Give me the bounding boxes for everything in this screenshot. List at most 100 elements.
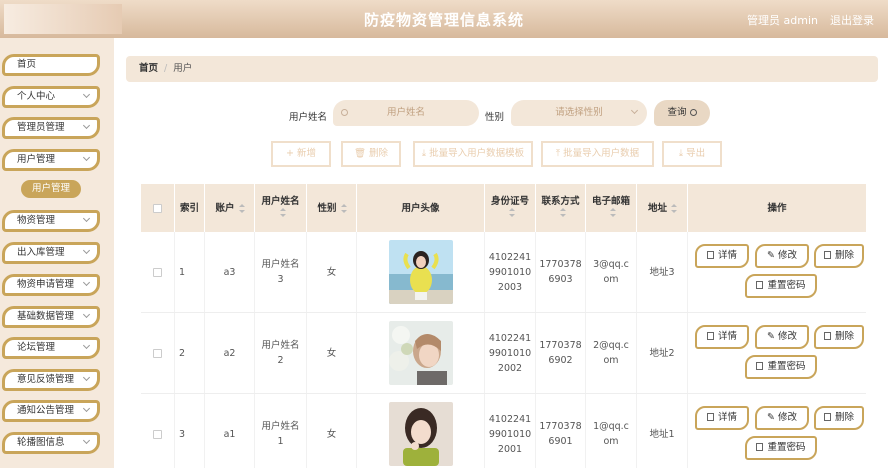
sidebar-item-home[interactable]: 首页 bbox=[2, 54, 100, 76]
sidebar-item-inout[interactable]: 出入库管理 bbox=[2, 242, 100, 264]
sidebar-item-label: 出入库管理 bbox=[17, 247, 65, 258]
sidebar-subitem-users[interactable]: 用户管理 bbox=[21, 180, 81, 198]
document-icon bbox=[756, 362, 764, 370]
chevron-down-icon bbox=[630, 106, 639, 115]
row-checkbox[interactable] bbox=[153, 429, 162, 439]
col-avatar: 用户头像 bbox=[357, 184, 485, 232]
cell-ops: 详情 ✎ 修改 删除 重置密码 bbox=[688, 232, 866, 312]
import-template-button[interactable]: ⤓ 批量导入用户数据模板 bbox=[413, 141, 533, 167]
edit-button[interactable]: ✎ 修改 bbox=[755, 406, 809, 430]
cell-phone-line2: 6903 bbox=[548, 274, 573, 285]
sort-icon bbox=[671, 203, 677, 213]
delete-label: 删除 bbox=[834, 331, 854, 342]
logout-link[interactable]: 退出登录 bbox=[830, 12, 874, 28]
col-name[interactable]: 用户姓名 bbox=[255, 184, 307, 232]
gender-placeholder: 请选择性别 bbox=[555, 107, 603, 118]
delete-button[interactable]: 删除 bbox=[814, 325, 864, 349]
col-account[interactable]: 账户 bbox=[205, 184, 255, 232]
col-address[interactable]: 地址 bbox=[637, 184, 688, 232]
sidebar-item-label: 意见反馈管理 bbox=[17, 374, 75, 385]
col-email[interactable]: 电子邮箱 bbox=[586, 184, 637, 232]
sidebar-item-apply[interactable]: 物资申请管理 bbox=[2, 274, 100, 296]
cell-name-line2: 1 bbox=[277, 436, 284, 447]
sidebar-item-users[interactable]: 用户管理 bbox=[2, 149, 100, 171]
col-email-label: 电子邮箱 bbox=[591, 196, 630, 207]
sidebar-item-carousel[interactable]: 轮播图信息 bbox=[2, 432, 100, 454]
gender-select[interactable]: 请选择性别 bbox=[511, 100, 647, 126]
col-index: 索引 bbox=[175, 184, 205, 232]
sidebar-item-supplies[interactable]: 物资管理 bbox=[2, 210, 100, 232]
sidebar-item-admin[interactable]: 管理员管理 bbox=[2, 117, 100, 139]
cell-phone-line1: 1770378 bbox=[539, 421, 582, 432]
table-row: 1 a3 用户姓名 3 女 4102241 9901010 2003 1770378 bbox=[141, 232, 866, 313]
detail-button[interactable]: 详情 bbox=[695, 406, 749, 430]
cell-ops: 详情 ✎ 修改 删除 重置密码 bbox=[688, 394, 866, 468]
name-search-input[interactable]: 用户姓名 bbox=[333, 100, 479, 126]
batch-delete-button[interactable]: 🗑 删除 bbox=[341, 141, 401, 167]
chevron-down-icon bbox=[82, 90, 91, 99]
reset-password-label: 重置密码 bbox=[767, 280, 806, 291]
detail-button[interactable]: 详情 bbox=[695, 244, 749, 268]
sidebar-item-forum[interactable]: 论坛管理 bbox=[2, 337, 100, 359]
reset-password-label: 重置密码 bbox=[767, 361, 806, 372]
cell-address: 地址2 bbox=[637, 313, 688, 393]
cell-avatar bbox=[357, 232, 485, 312]
col-phone[interactable]: 联系方式 bbox=[536, 184, 586, 232]
reset-password-button[interactable]: 重置密码 bbox=[745, 274, 817, 298]
breadcrumb-home[interactable]: 首页 bbox=[139, 63, 158, 74]
cell-email-line2: om bbox=[603, 436, 619, 447]
pencil-icon: ✎ bbox=[767, 331, 778, 342]
document-icon bbox=[706, 332, 714, 340]
row-checkbox[interactable] bbox=[153, 348, 162, 358]
edit-button[interactable]: ✎ 修改 bbox=[755, 325, 809, 349]
cell-gender: 女 bbox=[307, 394, 357, 468]
col-id-label: 身份证号 bbox=[490, 196, 529, 207]
col-gender[interactable]: 性别 bbox=[307, 184, 357, 232]
cell-email-line1: 2@qq.c bbox=[593, 340, 629, 351]
cell-id-line2: 9901010 bbox=[488, 428, 532, 440]
sidebar-item-notice[interactable]: 通知公告管理 bbox=[2, 400, 100, 422]
document-icon bbox=[756, 281, 764, 289]
cell-email-line1: 1@qq.c bbox=[593, 421, 629, 432]
edit-button[interactable]: ✎ 修改 bbox=[755, 244, 809, 268]
cell-email: 1@qq.c om bbox=[586, 394, 637, 468]
export-button[interactable]: ⤓ 导出 bbox=[662, 141, 722, 167]
row-checkbox[interactable] bbox=[153, 267, 162, 277]
cell-index: 1 bbox=[175, 232, 205, 312]
select-all-cell bbox=[141, 184, 175, 232]
cell-id-line1: 4102241 bbox=[488, 332, 532, 344]
reset-password-button[interactable]: 重置密码 bbox=[745, 436, 817, 460]
trash-icon: 🗑 bbox=[353, 148, 370, 159]
delete-button[interactable]: 删除 bbox=[814, 406, 864, 430]
chevron-down-icon bbox=[82, 278, 91, 287]
col-id[interactable]: 身份证号 bbox=[485, 184, 536, 232]
col-address-label: 地址 bbox=[647, 202, 667, 214]
sort-icon bbox=[279, 208, 286, 217]
cell-phone-line2: 6901 bbox=[548, 436, 573, 447]
delete-label: 删除 bbox=[834, 250, 854, 261]
document-icon bbox=[706, 251, 714, 259]
query-button[interactable]: 查询 bbox=[654, 100, 710, 126]
cell-id-line1: 4102241 bbox=[488, 251, 532, 263]
batch-import-button[interactable]: ⤒ 批量导入用户数据 bbox=[541, 141, 654, 167]
select-all-checkbox[interactable] bbox=[153, 203, 162, 213]
cell-gender: 女 bbox=[307, 313, 357, 393]
sort-icon bbox=[559, 208, 566, 217]
current-user-label: 管理员 admin bbox=[747, 14, 818, 27]
sidebar-item-profile[interactable]: 个人中心 bbox=[2, 86, 100, 108]
sidebar-item-label: 物资管理 bbox=[17, 215, 56, 226]
search-icon bbox=[689, 109, 697, 116]
detail-button[interactable]: 详情 bbox=[695, 325, 749, 349]
edit-label: 修改 bbox=[777, 412, 797, 423]
sidebar-item-basedata[interactable]: 基础数据管理 bbox=[2, 306, 100, 328]
reset-password-button[interactable]: 重置密码 bbox=[745, 355, 817, 379]
avatar bbox=[388, 240, 453, 304]
cell-email-line1: 3@qq.c bbox=[593, 259, 629, 270]
cell-name: 用户姓名 1 bbox=[255, 394, 307, 468]
chevron-down-icon bbox=[82, 153, 91, 162]
search-icon bbox=[341, 109, 348, 116]
add-button[interactable]: + 新增 bbox=[271, 141, 331, 167]
chevron-down-icon bbox=[82, 373, 91, 382]
sidebar-item-feedback[interactable]: 意见反馈管理 bbox=[2, 369, 100, 391]
delete-button[interactable]: 删除 bbox=[814, 244, 864, 268]
